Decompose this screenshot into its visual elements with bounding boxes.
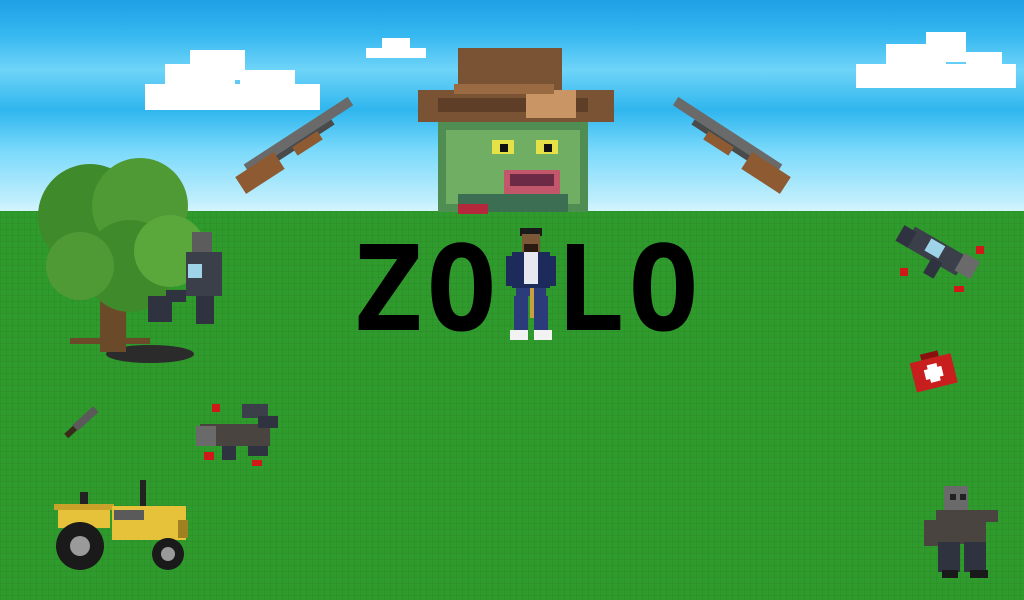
machete-icon	[64, 406, 99, 439]
dead-zombie-right-icon	[895, 225, 984, 292]
title-letter-2: O	[426, 236, 497, 336]
shotgun-right-icon	[672, 96, 791, 194]
shotgun-left-icon	[235, 96, 354, 194]
cowboy-zombie-head-icon	[418, 48, 614, 214]
zombie-behind-tree-icon	[148, 232, 222, 324]
cloud-icon	[856, 32, 1016, 88]
title-letter-1: Z	[352, 236, 423, 336]
cloud-icon	[366, 38, 426, 58]
game-title-screen: Z O L O	[0, 0, 1024, 600]
title-letter-4: L	[554, 236, 625, 336]
dead-zombie-left-icon	[196, 404, 278, 466]
title-letter-5: O	[628, 236, 698, 336]
walking-zombie-icon	[924, 486, 998, 578]
medkit-icon	[909, 350, 958, 393]
tractor-icon	[54, 480, 188, 570]
survivor-player-icon	[506, 228, 556, 340]
